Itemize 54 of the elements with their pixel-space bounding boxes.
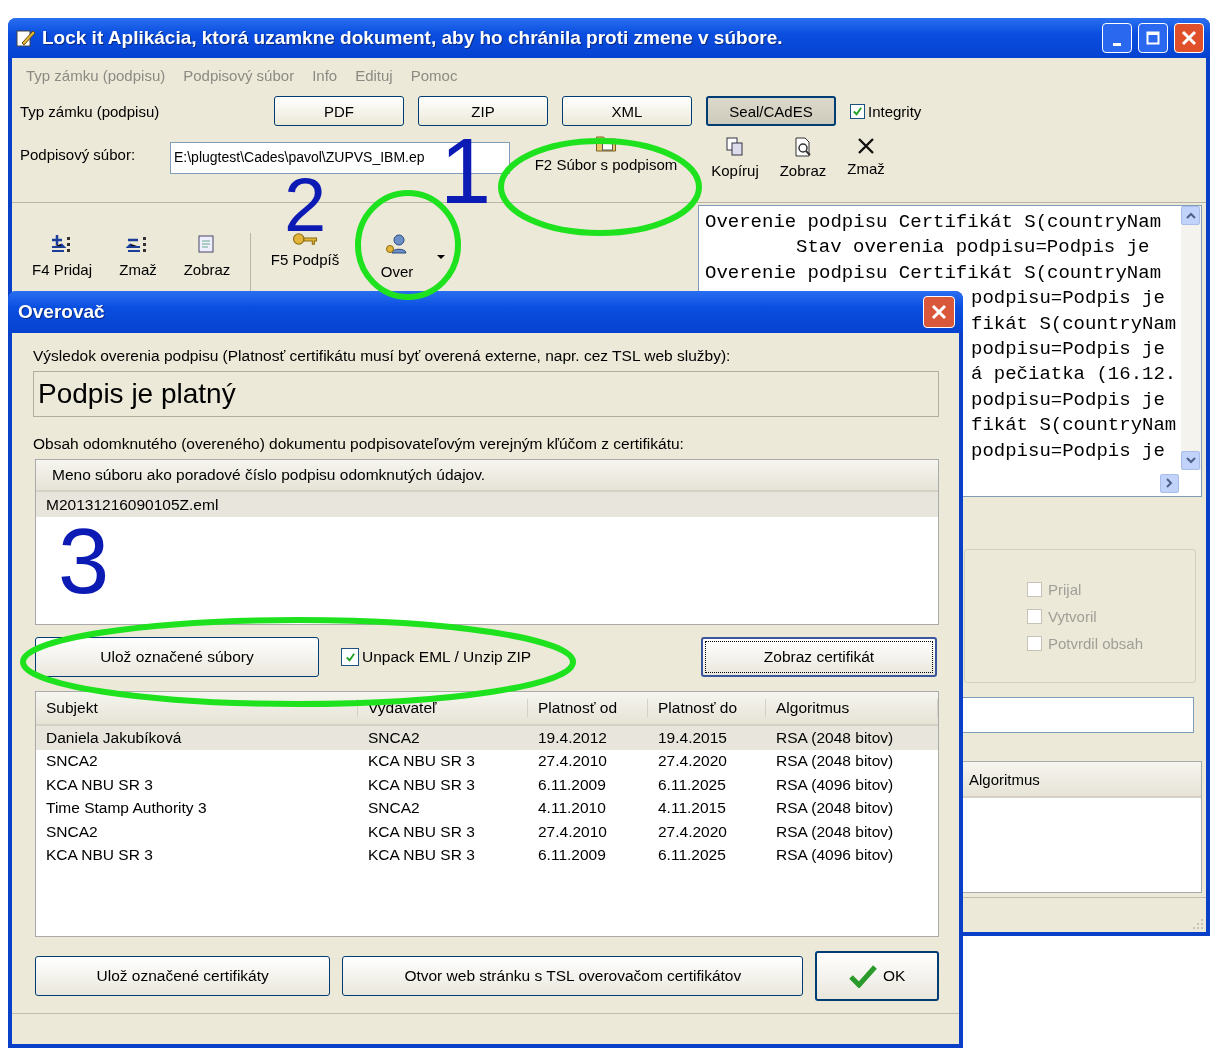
checkbox-label: Potvrdil obsah [1048, 634, 1144, 652]
table-cell-text: KCA NBU SR 3 [45, 846, 154, 865]
table-cell-text: 4.11.2015 [657, 799, 727, 818]
table-cell-text: 6.11.2025 [657, 775, 727, 794]
table-cell-text: RSA (4096 bitov) [775, 775, 895, 794]
table-cell-text: 27.4.2020 [657, 752, 728, 771]
log-line: podpisu=Podpis je [971, 388, 1165, 411]
table-cell-text: 19.4.2012 [537, 728, 608, 747]
log-line: fikát S(countryNam [971, 414, 1177, 437]
table-cell-text: Daniela Jakubíková [45, 728, 183, 747]
table-cell-text: RSA (4096 bitov) [775, 846, 895, 865]
table-cell-text: 4.11.2010 [537, 799, 607, 818]
signature-file-label: Podpisový súbor: [20, 146, 137, 163]
checkbox-label: Unpack EML / Unzip ZIP [362, 648, 532, 666]
log-line: á pečiatka (16.12. [971, 363, 1177, 386]
checkbox-label: Prijal [1048, 580, 1082, 598]
annotation-number: 3 [58, 526, 110, 596]
checkbox-label: Integrity [868, 102, 922, 120]
table-cell-text: KCA NBU SR 3 [367, 846, 476, 865]
table-cell-text: 6.11.2009 [537, 775, 607, 794]
table-cell-text: 19.4.2015 [657, 728, 728, 747]
table-cell-text: SNCA2 [367, 799, 421, 818]
table-cell-text: RSA (2048 bitov) [775, 822, 895, 841]
annotation-number: 2 [284, 178, 327, 232]
table-cell-text: KCA NBU SR 3 [367, 752, 476, 771]
table-cell-text: 6.11.2025 [657, 846, 727, 865]
log-line: podpisu=Podpis je [971, 337, 1165, 360]
table-cell-text: SNCA2 [45, 822, 99, 841]
table-cell-text: KCA NBU SR 3 [45, 775, 154, 794]
dialog-title: Overovač [18, 301, 105, 323]
log-line: fikát S(countryNam [971, 312, 1177, 335]
log-line: Stav overenia podpisu=Podpis je [796, 236, 1150, 259]
lock-type-label: Typ zámku (podpisu) [20, 102, 161, 120]
table-cell-text: 27.4.2010 [537, 752, 608, 771]
table-cell-text: RSA (2048 bitov) [775, 752, 895, 771]
content-label: Obsah odomknutého (overeného) dokumentu podpisovateľovým verejným kľúčom z certifikátu: [33, 435, 685, 453]
table-cell-text: 27.4.2020 [657, 822, 728, 841]
log-line: podpisu=Podpis je [971, 439, 1165, 462]
table-cell-text: KCA NBU SR 3 [367, 775, 476, 794]
result-label: Výsledok overenia podpisu (Platnosť certifikátu musí byť overená externe, napr. cez TSL web služby): [33, 347, 732, 365]
table-cell-text: SNCA2 [45, 752, 99, 771]
log-line: Overenie podpisu Certifikát S(countryNam [705, 211, 1162, 233]
log-line: Overenie podpisu Certifikát S(countryNam [705, 261, 1162, 284]
window-title: Lock it Aplikácia, ktorá uzamkne dokument, aby ho chránila proti zmene v súbore. [42, 27, 784, 49]
log-line: podpisu=Podpis je [971, 287, 1165, 310]
table-cell-text: 27.4.2010 [537, 822, 608, 841]
table-cell-text: 6.11.2009 [537, 846, 607, 865]
table-cell-text: Time Stamp Authority 3 [45, 799, 208, 818]
table-cell-text: KCA NBU SR 3 [367, 822, 476, 841]
result-field: Podpis je platný [33, 371, 939, 417]
table-cell-text: RSA (2048 bitov) [775, 799, 895, 818]
checkbox-label: Vytvoril [1048, 607, 1097, 625]
table-cell-text: RSA (2048 bitov) [775, 728, 895, 747]
table-cell-text: SNCA2 [367, 728, 421, 747]
